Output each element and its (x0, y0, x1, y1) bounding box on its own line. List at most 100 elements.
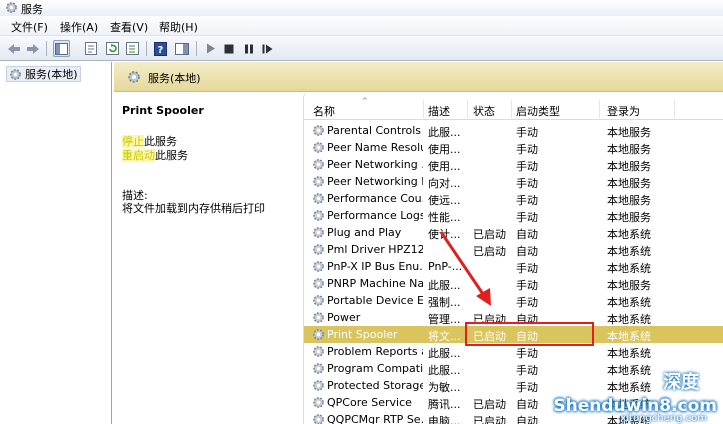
service-log-on-as: 本地服务 (607, 160, 651, 173)
service-log-on-as: 本地服务 (607, 211, 651, 224)
service-log-on-as: 本地系统 (607, 228, 651, 241)
restart-service-icon[interactable] (259, 40, 276, 57)
table-row[interactable]: Parental Controls 此服... 手动 本地服务 (304, 122, 723, 139)
service-name: QPCore Service (327, 396, 412, 409)
watermark-sub: xitongcheng.com (620, 413, 707, 424)
service-description: 使用... (428, 143, 461, 156)
table-row[interactable]: Peer Name Resolu... 使用... 手动 本地服务 (304, 139, 723, 156)
services-gear-icon (128, 71, 140, 83)
service-description: 将文... (428, 330, 461, 343)
service-log-on-as: 本地服务 (607, 177, 651, 190)
service-status: 已启动 (473, 398, 506, 411)
restart-service-link[interactable]: 重启动 (122, 149, 155, 162)
table-row[interactable]: Performance Cou... 使远... 手动 本地服务 (304, 190, 723, 207)
tree-node-label: 服务(本地) (25, 68, 78, 81)
watermark-mark: 深度 (663, 372, 699, 393)
service-log-on-as: 本地服务 (607, 279, 651, 292)
service-description: 为敏... (428, 381, 461, 394)
annotation-highlight-box (465, 322, 594, 346)
service-startup-type: 手动 (516, 262, 538, 275)
service-name: Performance Cou... (327, 192, 423, 205)
column-description[interactable]: 描述 (428, 103, 450, 119)
service-log-on-as: 本地系统 (607, 330, 651, 343)
stop-service-icon[interactable] (220, 40, 237, 57)
table-row[interactable]: Plug and Play 使计... 已启动 自动 本地系统 (304, 224, 723, 241)
column-status[interactable]: 状态 (473, 103, 495, 119)
service-name: Peer Networking I... (327, 175, 423, 188)
service-log-on-as: 本地系统 (607, 262, 651, 275)
table-row[interactable]: Portable Device E... 强制... 手动 本地系统 (304, 292, 723, 309)
column-log-on-as[interactable]: 登录为 (607, 103, 640, 119)
service-description: 此服... (428, 364, 461, 377)
service-description: 向对... (428, 177, 461, 190)
table-row[interactable]: Program Compati... 此服... 手动 本地系统 (304, 360, 723, 377)
menu-file[interactable]: 文件(F) (11, 19, 48, 35)
service-log-on-as: 本地系统 (607, 347, 651, 360)
service-name: PNRP Machine Na... (327, 277, 423, 290)
menu-help[interactable]: 帮助(H) (159, 19, 198, 35)
help-icon[interactable]: ? (152, 40, 169, 57)
services-list: ^ 名称 描述 状态 启动类型 登录为 Parental Controls 此服.… (303, 92, 723, 424)
service-startup-type: 手动 (516, 381, 538, 394)
table-row[interactable]: Peer Networking ... 使用... 手动 本地服务 (304, 156, 723, 173)
refresh-icon[interactable] (104, 40, 121, 57)
service-name: Peer Networking ... (327, 158, 423, 171)
export-list-icon[interactable] (124, 40, 141, 57)
services-gear-icon (6, 2, 17, 13)
service-log-on-as: 本地系统 (607, 245, 651, 258)
tree-node-services-local[interactable]: 服务(本地) (6, 66, 81, 82)
service-name: QQPCMgr RTP Se... (327, 413, 423, 424)
menu-action[interactable]: 操作(A) (60, 19, 98, 35)
service-startup-type: 手动 (516, 279, 538, 292)
column-name[interactable]: 名称 (313, 103, 335, 119)
table-row[interactable]: Peer Networking I... 向对... 手动 本地服务 (304, 173, 723, 190)
column-startup-type[interactable]: 启动类型 (516, 103, 560, 119)
service-log-on-as: 本地服务 (607, 126, 651, 139)
service-name: Pml Driver HPZ12 (327, 243, 423, 256)
service-name: Plug and Play (327, 226, 402, 239)
service-gear-icon (313, 159, 324, 170)
show-hide-pane-icon[interactable] (173, 40, 190, 57)
service-description: 此服... (428, 279, 461, 292)
table-row[interactable]: Pml Driver HPZ12 已启动 自动 本地系统 (304, 241, 723, 258)
toolbar: ? (0, 36, 723, 61)
service-name: Print Spooler (327, 328, 398, 341)
service-gear-icon (313, 363, 324, 374)
table-row[interactable]: PnP-X IP Bus Enu... PnP-... 手动 本地系统 (304, 258, 723, 275)
service-gear-icon (313, 261, 324, 272)
service-startup-type: 手动 (516, 364, 538, 377)
service-description: 性能... (428, 211, 461, 224)
restart-suffix: 此服务 (155, 149, 188, 162)
service-startup-type: 自动 (516, 245, 538, 258)
title-bar[interactable]: 服务 (0, 0, 723, 16)
service-log-on-as: 本地服务 (607, 194, 651, 207)
menu-view[interactable]: 查看(V) (110, 19, 148, 35)
forward-arrow-icon[interactable] (24, 40, 41, 57)
service-description: 使远... (428, 194, 461, 207)
description-text: 将文件加载到内存供稍后打印 (122, 202, 265, 215)
pause-service-icon[interactable] (240, 40, 257, 57)
service-startup-type: 手动 (516, 177, 538, 190)
service-name: PnP-X IP Bus Enu... (327, 260, 423, 273)
service-gear-icon (313, 312, 324, 323)
table-row[interactable]: Performance Logs... 性能... 手动 本地服务 (304, 207, 723, 224)
properties-icon[interactable] (82, 40, 99, 57)
service-gear-icon (313, 329, 324, 340)
service-description: 强制... (428, 296, 461, 309)
back-arrow-icon[interactable] (5, 40, 22, 57)
svg-text:?: ? (158, 45, 164, 56)
service-name: Problem Reports a... (327, 345, 423, 358)
console-tree-icon[interactable] (53, 40, 70, 57)
start-service-icon[interactable] (202, 40, 219, 57)
service-gear-icon (313, 295, 324, 306)
service-gear-icon (313, 278, 324, 289)
service-gear-icon (313, 227, 324, 238)
table-row[interactable]: Protected Storage 为敏... 手动 本地系统 (304, 377, 723, 394)
service-log-on-as: 本地系统 (607, 296, 651, 309)
service-name: Portable Device E... (327, 294, 423, 307)
window-title: 服务 (21, 3, 43, 16)
table-row[interactable]: PNRP Machine Na... 此服... 手动 本地服务 (304, 275, 723, 292)
services-header: 服务(本地) (114, 62, 723, 92)
service-gear-icon (313, 397, 324, 408)
service-gear-icon (313, 244, 324, 255)
